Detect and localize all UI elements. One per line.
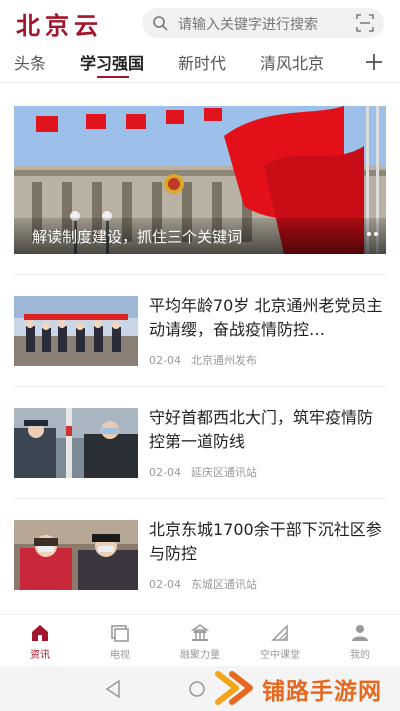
nav-label: 空中课堂: [260, 650, 300, 661]
home-circle-icon[interactable]: [188, 680, 206, 698]
channel-tabs: 头条 学习强国 新时代 清风北京: [0, 46, 400, 82]
search-icon: [153, 16, 168, 31]
news-meta: 02-04 北京通州发布: [149, 352, 257, 368]
news-item[interactable]: 平均年龄70岁 北京通州老党员主动请缨，奋战疫情防控… 02-04 北京通州发布: [14, 296, 386, 372]
carousel-dot: [374, 232, 378, 236]
back-triangle-icon[interactable]: [104, 679, 122, 699]
scan-icon[interactable]: [356, 14, 374, 32]
temple-icon: [190, 624, 210, 641]
news-source: 东城区通讯站: [190, 578, 257, 591]
banner-caption-bar: 解读制度建设，抓住三个关键词: [14, 218, 386, 254]
news-title: 北京东城1700余干部下沉社区参与防控: [149, 520, 382, 563]
news-date: 02-04: [149, 466, 181, 479]
app-logo: 北京云: [16, 11, 103, 40]
nav-label: 我的: [350, 650, 370, 661]
nav-label: 融聚力量: [180, 650, 220, 661]
nav-item-rongju[interactable]: 融聚力量: [168, 623, 232, 661]
news-thumbnail: [14, 296, 138, 366]
header-divider: [0, 82, 400, 83]
news-thumbnail: [14, 408, 138, 478]
news-thumbnail: [14, 520, 138, 590]
watermark-text: 铺路手游网: [262, 679, 382, 705]
tab-headlines[interactable]: 头条: [14, 50, 46, 74]
carousel-dots: [364, 221, 378, 240]
classroom-icon: [271, 624, 288, 641]
divider: [14, 386, 386, 387]
nav-item-classroom[interactable]: 空中课堂: [248, 623, 312, 661]
user-icon: [352, 625, 368, 641]
news-source: 北京通州发布: [190, 354, 257, 367]
tab-xuexi-qiangguo[interactable]: 学习强国: [80, 50, 144, 74]
plus-icon[interactable]: [362, 50, 386, 74]
divider: [14, 498, 386, 499]
search-placeholder: 请输入关键字进行搜索: [178, 17, 318, 33]
news-title: 平均年龄70岁 北京通州老党员主动请缨，奋战疫情防控…: [149, 296, 383, 339]
banner-caption: 解读制度建设，抓住三个关键词: [32, 228, 243, 246]
news-meta: 02-04 延庆区通讯站: [149, 464, 257, 480]
news-date: 02-04: [149, 578, 181, 591]
nav-item-tv[interactable]: 电视: [88, 623, 152, 661]
tab-overflow-fade: [338, 46, 364, 82]
news-date: 02-04: [149, 354, 181, 367]
news-source: 延庆区通讯站: [190, 466, 257, 479]
tab-qingfeng-beijing[interactable]: 清风北京: [260, 50, 324, 74]
search-bar[interactable]: 请输入关键字进行搜索: [142, 8, 384, 38]
bottom-nav: 资讯 电视 融聚力量 空中课堂 我的: [0, 614, 400, 664]
system-nav-bar: 铺路手游网: [0, 666, 400, 711]
tab-new-era[interactable]: 新时代: [178, 50, 226, 74]
app-header: 北京云 请输入关键字进行搜索: [0, 0, 400, 46]
news-title: 守好首都西北大门，筑牢疫情防控第一道防线: [149, 408, 374, 451]
news-meta: 02-04 东城区通讯站: [149, 576, 257, 592]
banner-carousel[interactable]: 解读制度建设，抓住三个关键词: [14, 106, 386, 254]
nav-item-mine[interactable]: 我的: [328, 623, 392, 661]
news-item[interactable]: 守好首都西北大门，筑牢疫情防控第一道防线 02-04 延庆区通讯站: [14, 408, 386, 484]
tv-icon: [111, 625, 129, 642]
watermark-logo-icon: [215, 671, 253, 705]
carousel-dot: [367, 232, 371, 236]
nav-label: 资讯: [30, 650, 50, 661]
news-item[interactable]: 北京东城1700余干部下沉社区参与防控 02-04 东城区通讯站: [14, 520, 386, 596]
active-tab-indicator: [97, 76, 129, 78]
home-icon: [32, 625, 48, 641]
nav-item-news[interactable]: 资讯: [8, 623, 72, 661]
divider: [14, 274, 386, 275]
nav-label: 电视: [110, 650, 130, 661]
